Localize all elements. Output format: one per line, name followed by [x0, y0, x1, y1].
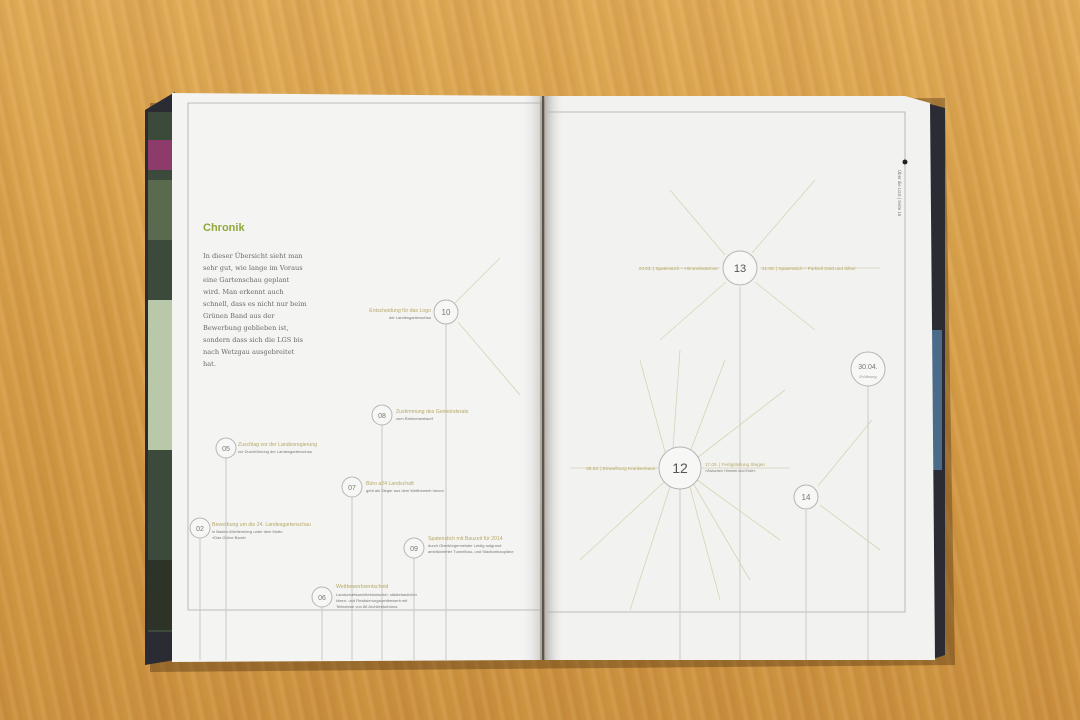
entry-10-line1: der Landesgartenschau [389, 315, 431, 320]
book-illustration: 02 05 06 07 08 09 10 12 13 14 30.04. Erö… [145, 92, 955, 672]
chronik-heading: Chronik [203, 222, 245, 234]
photo-strip-detail-3 [148, 140, 172, 170]
marker-10-label: 10 [442, 308, 451, 317]
entry-06-line2: Ideen- und Realisierungswettbewerb mit [336, 598, 408, 603]
marker-07-label: 07 [348, 485, 356, 492]
entry-09-title: Spatenstich mit Bauzeit für 2014 [428, 536, 503, 542]
entry-12-right: 17.05. | Fertigstellung Stegen [705, 462, 765, 467]
marker-opening-label: 30.04. [858, 364, 878, 371]
entry-07-line1: geht als Sieger aus dem Wettbewerb hervo… [366, 488, 445, 493]
entry-05-line1: zur Durchführung der Landesgartenschau [238, 449, 312, 454]
entry-05-title: Zuschlag vor der Landesregierung [238, 442, 317, 448]
left-page [172, 93, 540, 662]
marker-14-label: 14 [802, 493, 811, 502]
entry-09-line1: durch Oberbürgermeister Leidig aufgrund [428, 543, 501, 548]
open-book: 02 05 06 07 08 09 10 12 13 14 30.04. Erö… [0, 0, 1080, 720]
marker-09-label: 09 [410, 546, 418, 553]
side-label: Über die LGS | Seite 15 [897, 170, 902, 217]
entry-12-right-sub: »Zwischen Himmel und Erde« [705, 469, 756, 473]
photo-strip-detail-1 [148, 180, 172, 240]
gutter-shade-right [544, 96, 564, 660]
marker-05-label: 05 [222, 446, 230, 453]
entry-10-title: Entscheidung für das Logo [369, 308, 431, 314]
entry-07-title: Büro a24 Landschaft [366, 481, 414, 487]
entry-12-left: 06.03. | Einweihung Krankenhaus [586, 466, 655, 471]
entry-02-line1: in Baden-Württemberg unter dem Motto [212, 529, 283, 534]
side-label-dot [902, 159, 908, 165]
entry-06-title: Wettbewerbsentscheid [336, 584, 388, 590]
entry-13-left: 04.03. | Spatenstich – Himmelsstürmer [639, 266, 719, 271]
marker-12-label: 12 [672, 460, 688, 476]
photo-strip-detail-4 [148, 560, 172, 630]
marker-02-label: 02 [196, 526, 204, 533]
chronik-intro: In dieser Übersicht sieht man sehr gut, … [203, 252, 307, 368]
entry-06-line1: Landschaftsarchitektonischer, städtebaul… [336, 592, 418, 597]
entry-06-line3: Teilnahme von 86 Architekturbüros [336, 604, 397, 609]
entry-02-line2: »Das Grüne Band« [212, 535, 247, 540]
marker-06-label: 06 [318, 595, 326, 602]
entry-02-title: Bewerbung um die 24. Landesgartenschau [212, 522, 311, 528]
marker-opening-sub: Eröffnung [859, 374, 876, 379]
entry-13-right: 21.06. | Spatenstich – Parkteil Gold und… [762, 266, 856, 271]
entry-08-title: Zustimmung des Gemeinderats [396, 409, 469, 415]
gutter-shade-left [520, 96, 544, 660]
entry-09-line2: ambitionierter Tunnelbau- und Stadtumbau… [428, 549, 514, 554]
photo-strip-detail-2 [148, 300, 172, 450]
marker-13-label: 13 [734, 263, 746, 275]
entry-08-line1: zum Rahmenentwurf [396, 416, 434, 421]
marker-08-label: 08 [378, 413, 386, 420]
